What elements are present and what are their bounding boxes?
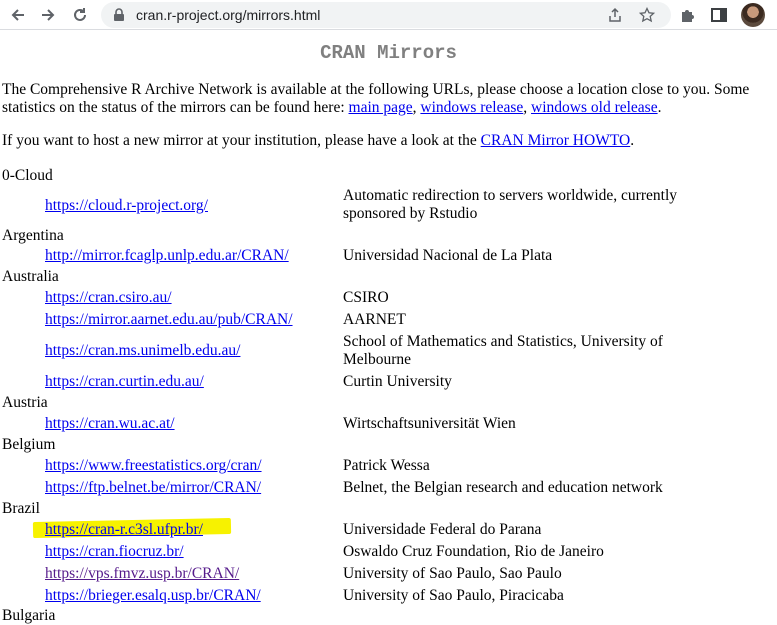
mirror-description: University of Sao Paulo, Piracicaba [343, 587, 564, 604]
mirror-description: AARNET [343, 311, 406, 328]
mirror-description: School of Mathematics and Statistics, Un… [343, 333, 663, 368]
host-paragraph: If you want to host a new mirror at your… [2, 132, 777, 150]
mirror-link[interactable]: https://cloud.r-project.org/ [45, 197, 208, 215]
period: . [630, 132, 635, 149]
page-title: CRAN Mirrors [320, 42, 457, 64]
mirror-description: Belnet, the Belgian research and educati… [343, 479, 663, 496]
side-panel-icon[interactable] [709, 5, 729, 25]
country-heading: Argentina [2, 227, 64, 244]
mirror-description: Universidad Nacional de La Plata [343, 247, 553, 264]
mirror-link[interactable]: http://mirror.fcaglp.unlp.edu.ar/CRAN/ [45, 247, 289, 265]
mirror-description: University of Sao Paulo, Sao Paulo [343, 565, 562, 582]
windows-release-link[interactable]: windows release [420, 99, 523, 116]
mirror-description: Curtin University [343, 373, 452, 390]
mirror-link[interactable]: https://www.freestatistics.org/cran/ [45, 457, 262, 475]
mirror-link[interactable]: https://cran.ms.unimelb.edu.au/ [45, 342, 240, 360]
windows-old-release-link[interactable]: windows old release [531, 99, 658, 116]
mirror-link[interactable]: https://cran.wu.ac.at/ [45, 415, 175, 433]
reload-icon [74, 8, 86, 21]
mirror-link[interactable]: https://cran.csiro.au/ [45, 289, 172, 307]
share-icon[interactable] [607, 7, 623, 23]
forward-button[interactable] [37, 4, 59, 26]
bookmark-star-icon[interactable] [639, 7, 655, 23]
mirror-link[interactable]: https://cran.curtin.edu.au/ [45, 373, 204, 391]
reload-button[interactable] [69, 4, 91, 26]
mirror-description: CSIRO [343, 289, 389, 306]
period: . [657, 99, 662, 116]
arrow-right-icon [42, 9, 55, 21]
mirror-link[interactable]: https://cran.fiocruz.br/ [45, 543, 184, 561]
address-bar[interactable]: cran.r-project.org/mirrors.html [101, 2, 671, 28]
country-heading: Bulgaria [2, 607, 56, 624]
mirror-link[interactable]: https://mirror.aarnet.edu.au/pub/CRAN/ [45, 311, 293, 329]
mirror-description: Automatic redirection to servers worldwi… [343, 187, 677, 222]
mirror-description: Wirtschaftsuniversität Wien [343, 415, 516, 432]
lock-icon [114, 8, 124, 21]
browser-toolbar: cran.r-project.org/mirrors.html [0, 0, 777, 30]
mirror-description: Oswaldo Cruz Foundation, Rio de Janeiro [343, 543, 604, 560]
country-heading: 0-Cloud [2, 167, 53, 184]
mirror-description: Patrick Wessa [343, 457, 430, 474]
profile-avatar[interactable] [741, 3, 765, 27]
country-heading: Brazil [2, 500, 40, 517]
mirror-description: Universidade Federal do Parana [343, 521, 542, 538]
url-text: cran.r-project.org/mirrors.html [136, 7, 321, 23]
host-text: If you want to host a new mirror at your… [2, 132, 481, 149]
mirror-howto-link[interactable]: CRAN Mirror HOWTO [481, 132, 631, 149]
country-heading: Australia [2, 268, 59, 285]
main-page-link[interactable]: main page [349, 99, 413, 116]
country-heading: Belgium [2, 436, 56, 453]
mirror-link[interactable]: https://vps.fmvz.usp.br/CRAN/ [45, 565, 239, 583]
mirror-link[interactable]: https://cran-r.c3sl.ufpr.br/ [45, 521, 203, 539]
country-heading: Austria [2, 394, 48, 411]
arrow-left-icon [11, 9, 24, 21]
intro-paragraph: The Comprehensive R Archive Network is a… [2, 81, 777, 117]
separator: , [523, 99, 532, 116]
back-button[interactable] [7, 4, 29, 26]
extensions-puzzle-icon[interactable] [678, 5, 698, 25]
mirror-link[interactable]: https://brieger.esalq.usp.br/CRAN/ [45, 587, 261, 605]
mirror-link[interactable]: https://ftp.belnet.be/mirror/CRAN/ [45, 479, 261, 497]
